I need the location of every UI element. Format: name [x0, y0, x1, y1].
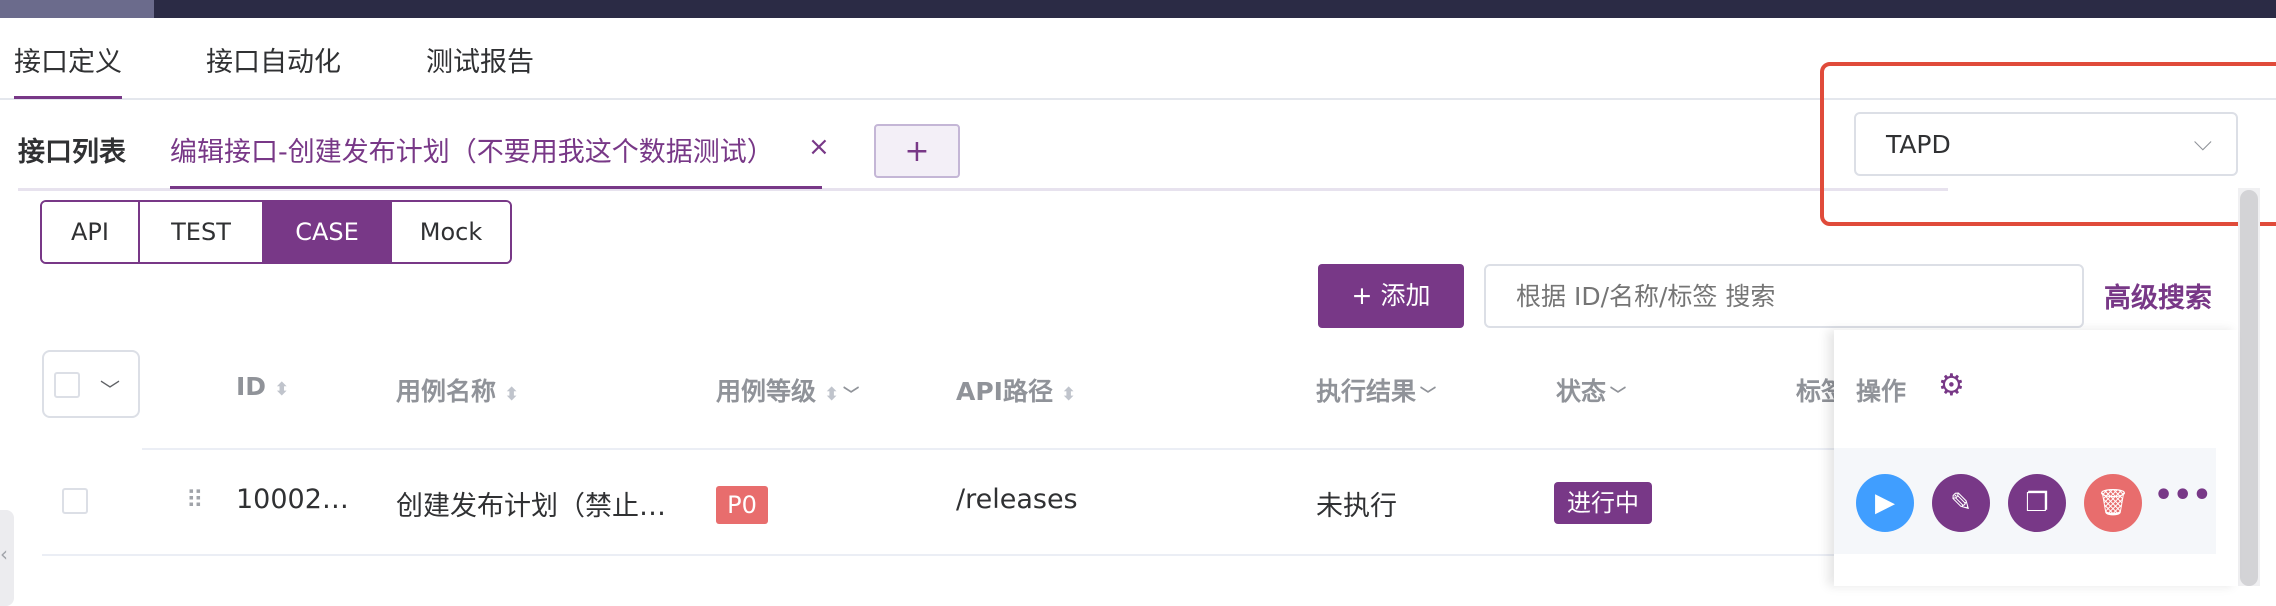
delete-button[interactable]: 🗑 [2084, 474, 2142, 532]
cell-result: 未执行 [1316, 491, 1397, 522]
tab-api-automation[interactable]: 接口自动化 [206, 40, 341, 79]
edit-button[interactable]: ✎ [1932, 474, 1990, 532]
collapse-sidebar-handle[interactable]: ‹ [0, 510, 14, 606]
tab-api-definition[interactable]: 接口定义 [14, 40, 122, 99]
tab-api-list[interactable]: 接口列表 [18, 130, 126, 169]
row-checkbox[interactable] [62, 488, 88, 514]
sort-icon[interactable]: ⬍ [1061, 384, 1076, 405]
header-status[interactable]: 状态 ﹀ [1556, 372, 1626, 408]
cell-name[interactable]: 创建发布计划（禁止… [396, 484, 666, 523]
header-operations: 操作 [1856, 377, 1907, 406]
drag-handle-icon[interactable]: ⠿ [186, 486, 204, 514]
header-name[interactable]: 用例名称 ⬍ [396, 372, 519, 408]
header-path-label: API路径 [956, 377, 1053, 406]
filter-chevron-icon[interactable]: ﹀ [843, 385, 859, 404]
header-level-label: 用例等级 [716, 377, 817, 406]
cell-path: /releases [956, 484, 1078, 515]
level-badge: P0 [716, 486, 768, 524]
type-test-button[interactable]: TEST [140, 202, 264, 262]
sort-icon[interactable]: ⬍ [824, 384, 839, 405]
header-level[interactable]: 用例等级 ⬍ ﹀ [716, 372, 859, 408]
copy-icon: ❐ [2025, 488, 2049, 518]
header-result[interactable]: 执行结果 ﹀ [1316, 372, 1436, 408]
scrollbar-thumb[interactable] [2240, 190, 2258, 586]
chevron-down-icon: ⌵ [2193, 128, 2212, 156]
run-button[interactable]: ▶ [1856, 474, 1914, 532]
copy-button[interactable]: ❐ [2008, 474, 2066, 532]
search-input[interactable] [1484, 264, 2084, 328]
top-nav-active-item[interactable] [0, 0, 154, 18]
chevron-down-icon[interactable]: ﹀ [100, 374, 120, 403]
run-icon: ▶ [1875, 488, 1895, 518]
row-divider [142, 448, 1842, 450]
header-status-label: 状态 [1556, 377, 1607, 406]
filter-chevron-icon[interactable]: ﹀ [1420, 385, 1436, 404]
more-icon[interactable]: ••• [2154, 478, 2212, 513]
tab-test-report[interactable]: 测试报告 [426, 40, 534, 79]
close-icon[interactable]: × [808, 132, 830, 162]
status-badge: 进行中 [1554, 482, 1652, 524]
type-case-button[interactable]: CASE [264, 202, 392, 262]
select-all-checkbox[interactable] [54, 372, 80, 398]
gear-icon[interactable]: ⚙ [1938, 368, 1965, 403]
operations-column: 操作 ⚙ ▶ ✎ ❐ 🗑 ••• [1834, 330, 2238, 586]
header-id-label: ID [236, 372, 267, 401]
project-select[interactable]: TAPD ⌵ [1854, 112, 2238, 176]
header-result-label: 执行结果 [1316, 377, 1417, 406]
sub-tabs: 接口列表 编辑接口-创建发布计划（不要用我这个数据测试） × + [18, 108, 1948, 191]
select-all-control[interactable]: ﹀ [42, 350, 140, 418]
top-nav-bar [0, 0, 2276, 18]
cell-id: 10002… [236, 484, 349, 515]
advanced-search-link[interactable]: 高级搜索 [2104, 276, 2212, 315]
add-tab-button[interactable]: + [874, 124, 960, 178]
header-id[interactable]: ID ⬍ [236, 372, 289, 401]
filter-chevron-icon[interactable]: ﹀ [1610, 385, 1626, 404]
project-select-value: TAPD [1886, 130, 1951, 159]
type-mock-button[interactable]: Mock [392, 202, 510, 262]
header-path[interactable]: API路径 ⬍ [956, 372, 1076, 408]
type-api-button[interactable]: API [42, 202, 140, 262]
header-name-label: 用例名称 [396, 377, 497, 406]
add-case-button[interactable]: + 添加 [1318, 264, 1464, 328]
protocol-type-group: API TEST CASE Mock [40, 200, 512, 264]
edit-icon: ✎ [1950, 488, 1972, 518]
delete-icon: 🗑 [2096, 488, 2130, 518]
chevron-left-icon: ‹ [0, 542, 8, 566]
tab-edit-api[interactable]: 编辑接口-创建发布计划（不要用我这个数据测试） [170, 130, 822, 189]
sort-icon[interactable]: ⬍ [504, 384, 519, 405]
sort-icon[interactable]: ⬍ [274, 379, 289, 400]
